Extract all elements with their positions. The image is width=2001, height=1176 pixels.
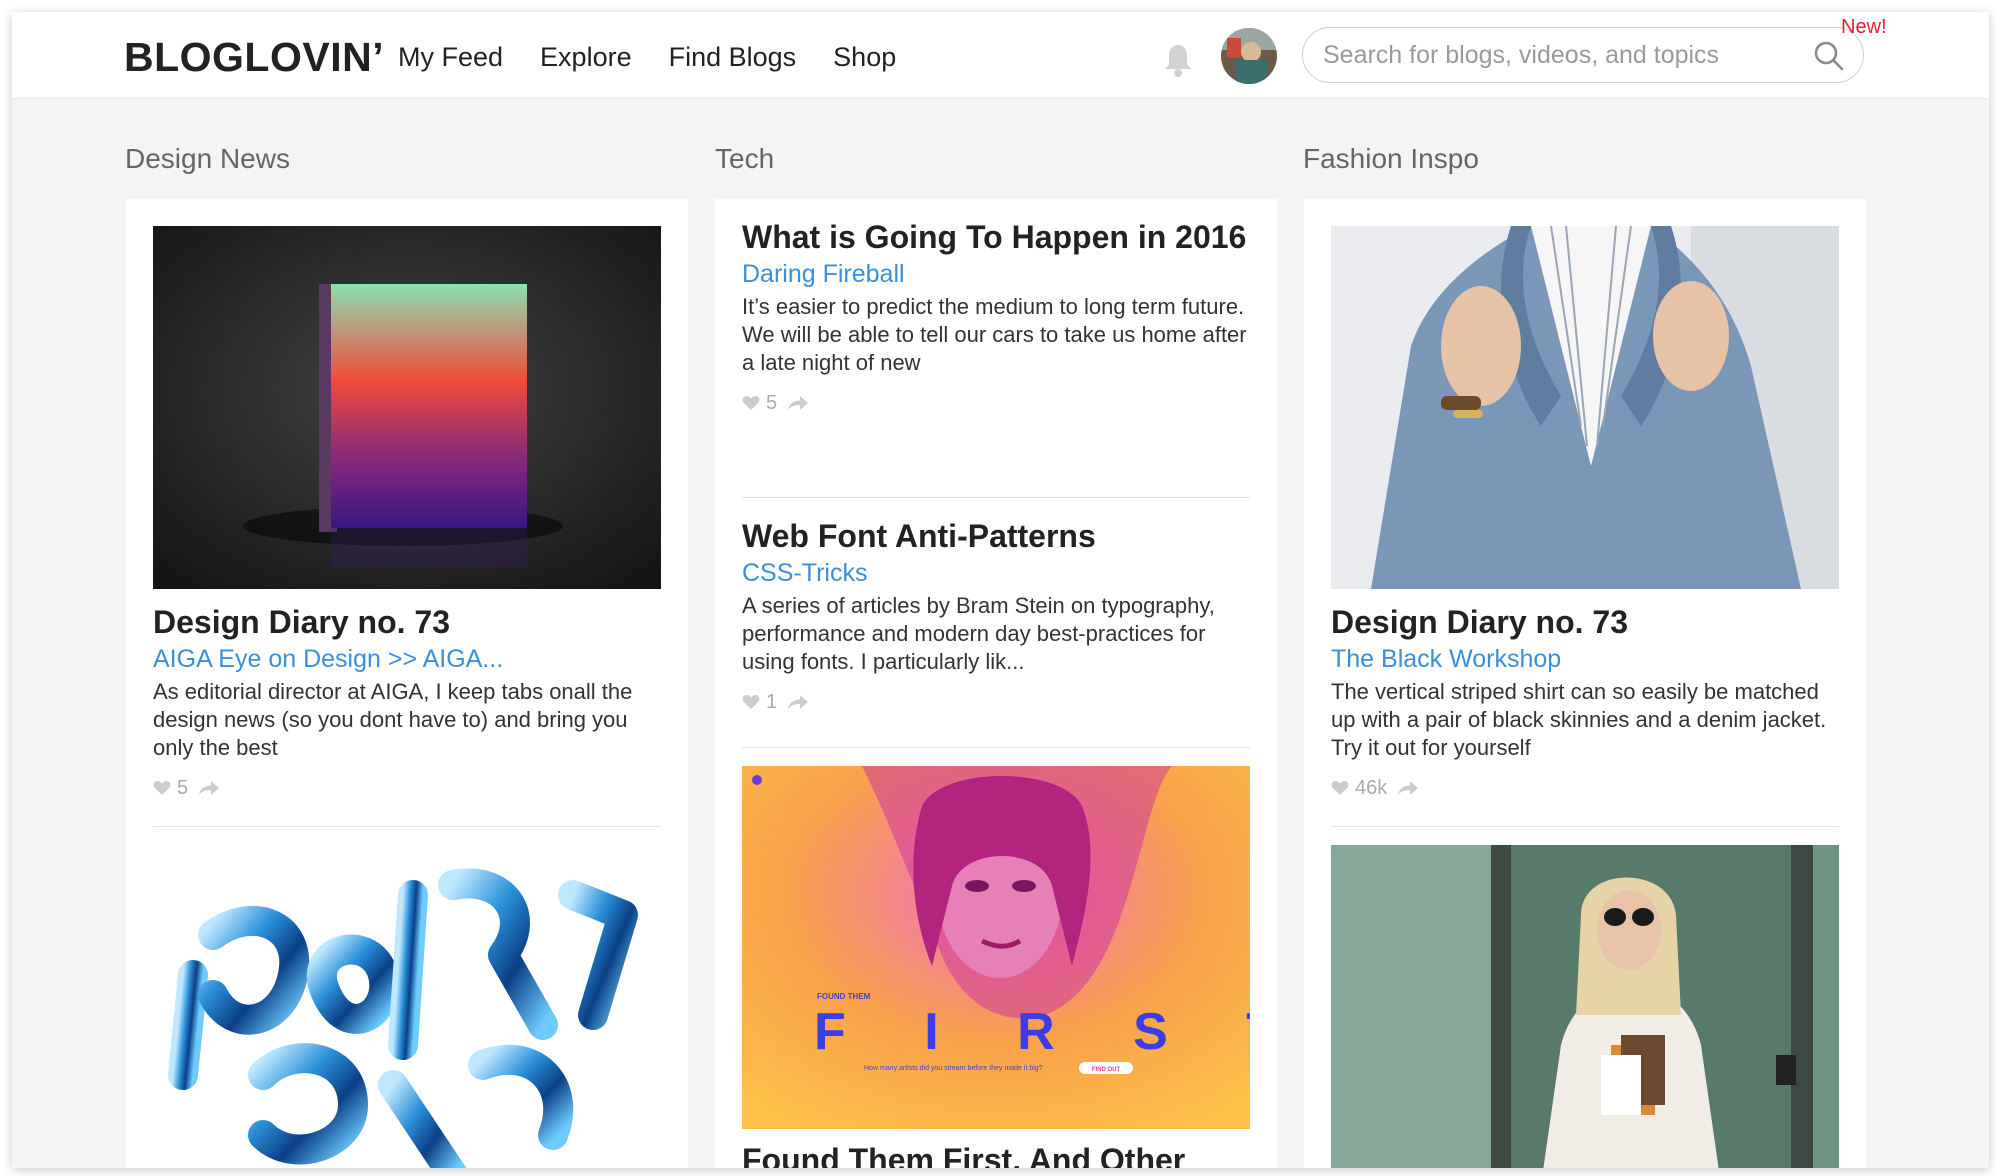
image-caption: How many artists did you stream before t… [864, 1065, 1043, 1072]
post-source-link[interactable]: AIGA Eye on Design >> AIGA... [153, 644, 661, 674]
column-tech: What is Going To Happen in 2016 Daring F… [715, 199, 1277, 1168]
blue-chrome-letters-image[interactable] [153, 845, 661, 1168]
like-button[interactable]: 46k [1331, 777, 1387, 800]
logo[interactable]: BLOGLOVIN’ [124, 34, 384, 81]
heart-icon [742, 695, 760, 709]
share-icon[interactable] [1397, 780, 1419, 796]
post-card[interactable]: Design Diary no. 73 The Black Workshop T… [1331, 226, 1839, 800]
nav-explore[interactable]: Explore [540, 42, 632, 73]
post-divider [1331, 826, 1839, 827]
post-card[interactable]: FOUND THEM F I R S T How many artists di… [742, 766, 1250, 1168]
like-count: 5 [766, 391, 778, 414]
top-header: BLOGLOVIN’ My Feed Explore Find Blogs Sh… [12, 12, 1989, 99]
search-icon[interactable] [1813, 40, 1845, 72]
share-icon[interactable] [198, 780, 220, 796]
bell-icon[interactable] [1162, 42, 1194, 78]
column-fashion-inspo: Design Diary no. 73 The Black Workshop T… [1304, 199, 1866, 1168]
post-source-link[interactable]: CSS-Tricks [742, 558, 1250, 588]
image-small-label: FOUND THEM [817, 992, 871, 1001]
like-button[interactable]: 5 [742, 392, 777, 415]
user-avatar[interactable] [1221, 28, 1277, 84]
heart-icon [1331, 781, 1349, 795]
post-card[interactable] [153, 845, 661, 1168]
search-input[interactable] [1323, 39, 1803, 71]
nav-shop[interactable]: Shop [833, 42, 896, 73]
post-excerpt: As editorial director at AIGA, I keep ta… [153, 679, 633, 760]
post-title[interactable]: Design Diary no. 73 [153, 603, 661, 642]
like-count: 1 [766, 690, 778, 713]
nav-find-blogs[interactable]: Find Blogs [669, 42, 797, 73]
post-actions: 46k [1331, 776, 1839, 800]
gradient-book-image[interactable] [153, 226, 661, 589]
post-card[interactable]: Web Font Anti-Patterns CSS-Tricks A seri… [742, 517, 1250, 714]
post-actions: 5 [153, 776, 661, 800]
post-card[interactable]: Design Diary no. 73 AIGA Eye on Design >… [153, 226, 661, 800]
share-icon[interactable] [787, 694, 809, 710]
post-card[interactable] [1331, 845, 1839, 1168]
post-divider [742, 497, 1250, 498]
heart-icon [742, 396, 760, 410]
post-title[interactable]: Design Diary no. 73 [1331, 603, 1839, 642]
street-style-image[interactable] [1331, 845, 1839, 1168]
post-source-link[interactable]: The Black Workshop [1331, 644, 1839, 674]
post-actions: 1 [742, 690, 1250, 714]
denim-jacket-image[interactable] [1331, 226, 1839, 589]
like-count: 5 [177, 776, 189, 799]
like-button[interactable]: 5 [153, 777, 188, 800]
search-box [1302, 27, 1864, 83]
column-design-news: Design Diary no. 73 AIGA Eye on Design >… [126, 199, 688, 1168]
post-title[interactable]: What is Going To Happen in 2016 [742, 218, 1250, 257]
post-excerpt: The vertical striped shirt can so easily… [1331, 679, 1827, 760]
post-excerpt: It’s easier to predict the medium to lon… [742, 294, 1247, 375]
like-button[interactable]: 1 [742, 691, 777, 714]
app-window: BLOGLOVIN’ My Feed Explore Find Blogs Sh… [12, 12, 1989, 1168]
share-icon[interactable] [787, 395, 809, 411]
column-title-fashion-inspo: Fashion Inspo [1303, 143, 1479, 174]
like-count: 46k [1355, 776, 1388, 799]
post-title[interactable]: Web Font Anti-Patterns [742, 517, 1250, 556]
nav-my-feed[interactable]: My Feed [398, 42, 503, 73]
column-title-tech: Tech [715, 143, 775, 174]
column-title-design-news: Design News [125, 143, 290, 174]
new-badge: New! [1841, 16, 1887, 38]
found-them-first-image[interactable]: FOUND THEM F I R S T How many artists di… [742, 766, 1250, 1129]
main-nav: My Feed Explore Find Blogs Shop [398, 42, 896, 73]
heart-icon [153, 781, 171, 795]
image-find-out-button: FIND OUT [1092, 1067, 1121, 1073]
post-excerpt: A series of articles by Bram Stein on ty… [742, 593, 1215, 674]
post-divider [153, 826, 661, 827]
post-divider [742, 747, 1250, 748]
post-card[interactable]: What is Going To Happen in 2016 Daring F… [742, 218, 1250, 415]
post-title[interactable]: Found Them First, And Other [742, 1141, 1250, 1168]
post-source-link[interactable]: Daring Fireball [742, 259, 1250, 289]
image-big-word: F I R S T [814, 1003, 1250, 1061]
post-actions: 5 [742, 391, 1250, 415]
